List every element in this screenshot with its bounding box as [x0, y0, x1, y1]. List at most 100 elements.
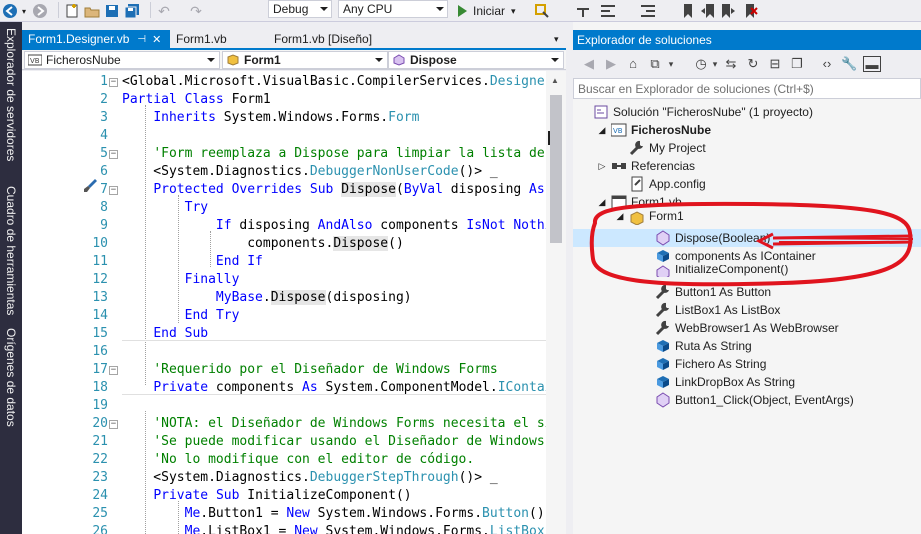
- tree-item-linkdropbox[interactable]: LinkDropBox As String: [655, 373, 795, 391]
- line-number: 3: [100, 110, 108, 125]
- collapse-toggle-icon[interactable]: −: [109, 186, 118, 195]
- tree-item-listbox1[interactable]: ListBox1 As ListBox: [655, 301, 780, 319]
- field-icon: [655, 338, 671, 354]
- home-icon[interactable]: ⌂: [625, 56, 641, 72]
- platform-select[interactable]: Any CPU: [338, 0, 448, 18]
- solution-config-select[interactable]: Debug: [268, 0, 332, 18]
- tree-item-fichero[interactable]: Fichero As String: [655, 355, 766, 373]
- close-icon[interactable]: ✕: [152, 33, 161, 46]
- panel-splitter[interactable]: [566, 22, 573, 534]
- code-line[interactable]: Me.Button1 = New System.Windows.Forms.Bu…: [122, 505, 546, 523]
- line-number: 8: [100, 200, 108, 215]
- back-icon[interactable]: [2, 2, 18, 20]
- redo-icon[interactable]: ↷: [188, 2, 204, 20]
- code-line[interactable]: <Global.Microsoft.VisualBasic.CompilerSe…: [122, 73, 546, 91]
- line-number: 9: [100, 218, 108, 233]
- undo-icon[interactable]: ↶: [156, 2, 172, 20]
- scroll-up-icon[interactable]: ▲: [551, 76, 559, 85]
- tree-item-button1-click[interactable]: Button1_Click(Object, EventArgs): [655, 391, 854, 409]
- view-code-icon[interactable]: ‹›: [819, 56, 835, 72]
- tab-form1-designer-vb[interactable]: Form1.Designer.vb ⊣ ✕: [22, 30, 170, 48]
- indent-guide: [210, 231, 211, 267]
- refresh-icon[interactable]: ↻: [745, 56, 761, 72]
- code-line[interactable]: [122, 343, 546, 361]
- scroll-thumb[interactable]: [550, 95, 562, 243]
- prev-bookmark-icon[interactable]: [700, 2, 716, 20]
- save-all-icon[interactable]: [124, 2, 140, 20]
- collapse-toggle-icon[interactable]: −: [109, 150, 118, 159]
- tree-item-ruta[interactable]: Ruta As String: [655, 337, 752, 355]
- side-tab-server-explorer[interactable]: Explorador de servidores: [2, 28, 20, 178]
- code-editor[interactable]: 1 <Global.Microsoft.VisualBasic.CompilerS…: [22, 71, 566, 534]
- collapse-toggle-icon[interactable]: −: [109, 366, 118, 375]
- play-icon: [458, 5, 467, 17]
- open-file-icon[interactable]: [84, 2, 100, 20]
- collapse-toggle-icon[interactable]: −: [109, 420, 118, 429]
- find-icon[interactable]: [534, 2, 550, 20]
- pin-icon[interactable]: ⊣: [137, 34, 146, 45]
- tab-form1-designer[interactable]: Form1.vb [Diseño]: [268, 30, 398, 48]
- next-bookmark-icon[interactable]: [720, 2, 736, 20]
- code-line[interactable]: Me.ListBox1 = New System.Windows.Forms.L…: [122, 523, 546, 534]
- wrench-field-icon: [655, 302, 671, 318]
- code-line[interactable]: End If: [122, 253, 546, 271]
- properties-wrench-icon[interactable]: 🔧: [841, 56, 857, 72]
- code-line[interactable]: End Try: [122, 307, 546, 325]
- preview-selected-icon[interactable]: ▬: [863, 56, 881, 72]
- view-switch-dropdown-icon[interactable]: ▾: [663, 56, 679, 72]
- line-number: 1: [100, 74, 108, 89]
- comment-icon[interactable]: [600, 2, 616, 20]
- editor-vertical-scrollbar[interactable]: ▲: [546, 71, 566, 534]
- code-line[interactable]: Try: [122, 199, 546, 217]
- show-all-files-icon[interactable]: ❐: [789, 56, 805, 72]
- code-line[interactable]: <System.Diagnostics.DebuggerNonUserCode(…: [122, 163, 546, 181]
- code-line[interactable]: If disposing AndAlso components IsNot No…: [122, 217, 546, 235]
- class-dropdown[interactable]: Form1: [222, 51, 388, 69]
- collapse-all-icon[interactable]: ⊟: [767, 56, 783, 72]
- sync-icon[interactable]: ⇆: [723, 56, 739, 72]
- side-tab-toolbox[interactable]: Cuadro de herramientas: [2, 186, 20, 321]
- quick-action-brush-icon[interactable]: [82, 178, 98, 194]
- code-line[interactable]: Private Sub InitializeComponent(): [122, 487, 546, 505]
- clear-bookmarks-icon[interactable]: [742, 2, 758, 20]
- code-line[interactable]: Finally: [122, 271, 546, 289]
- bookmark-icon[interactable]: [680, 2, 696, 20]
- code-line[interactable]: [122, 397, 546, 415]
- line-number: 11: [92, 254, 108, 269]
- code-line[interactable]: Protected Overrides Sub Dispose(ByVal di…: [122, 181, 546, 199]
- start-button[interactable]: Iniciar ▾: [456, 2, 526, 20]
- code-line[interactable]: Inherits System.Windows.Forms.Form: [122, 109, 546, 127]
- member-dropdown[interactable]: Dispose: [388, 51, 564, 69]
- code-line[interactable]: [122, 127, 546, 145]
- code-line[interactable]: 'NOTA: el Diseñador de Windows Forms nec…: [122, 415, 546, 433]
- line-number: 24: [92, 488, 108, 503]
- side-tab-data-sources[interactable]: Orígenes de datos: [2, 328, 20, 428]
- solution-search-input[interactable]: Buscar en Explorador de soluciones (Ctrl…: [573, 78, 921, 99]
- back-icon[interactable]: ◀: [581, 56, 597, 72]
- pending-changes-dropdown-icon[interactable]: ▾: [707, 56, 723, 72]
- tab-form1-vb[interactable]: Form1.vb: [170, 30, 270, 48]
- forward-icon[interactable]: ▶: [603, 56, 619, 72]
- navigation-bar: VB FicherosNube Form1 Dispose: [22, 50, 566, 70]
- collapse-toggle-icon[interactable]: −: [109, 78, 118, 87]
- view-switch-icon[interactable]: ⧉: [647, 56, 663, 72]
- code-line[interactable]: <System.Diagnostics.DebuggerStepThrough(…: [122, 469, 546, 487]
- forward-icon[interactable]: [32, 2, 48, 20]
- code-line[interactable]: components.Dispose(): [122, 235, 546, 253]
- code-line[interactable]: 'No lo modifique con el editor de código…: [122, 451, 546, 469]
- tab-overflow-icon[interactable]: ▾: [548, 30, 564, 48]
- code-line[interactable]: 'Se puede modificar usando el Diseñador …: [122, 433, 546, 451]
- save-icon[interactable]: [104, 2, 120, 20]
- tab-label: Form1.vb: [176, 32, 227, 46]
- code-line[interactable]: Partial Class Form1: [122, 91, 546, 109]
- code-line[interactable]: 'Requerido por el Diseñador de Windows F…: [122, 361, 546, 379]
- new-project-icon[interactable]: [64, 2, 80, 20]
- back-dropdown-icon[interactable]: ▾: [19, 2, 29, 20]
- document-tabs: Form1.Designer.vb ⊣ ✕ Form1.vb Form1.vb …: [22, 30, 566, 48]
- project-dropdown[interactable]: VB FicherosNube: [24, 51, 220, 69]
- code-line[interactable]: 'Form reemplaza a Dispose para limpiar l…: [122, 145, 546, 163]
- step-into-icon[interactable]: [575, 2, 591, 20]
- code-line[interactable]: MyBase.Dispose(disposing): [122, 289, 546, 307]
- indent-icon[interactable]: [640, 2, 656, 20]
- tree-item-webbrowser1[interactable]: WebBrowser1 As WebBrowser: [655, 319, 839, 337]
